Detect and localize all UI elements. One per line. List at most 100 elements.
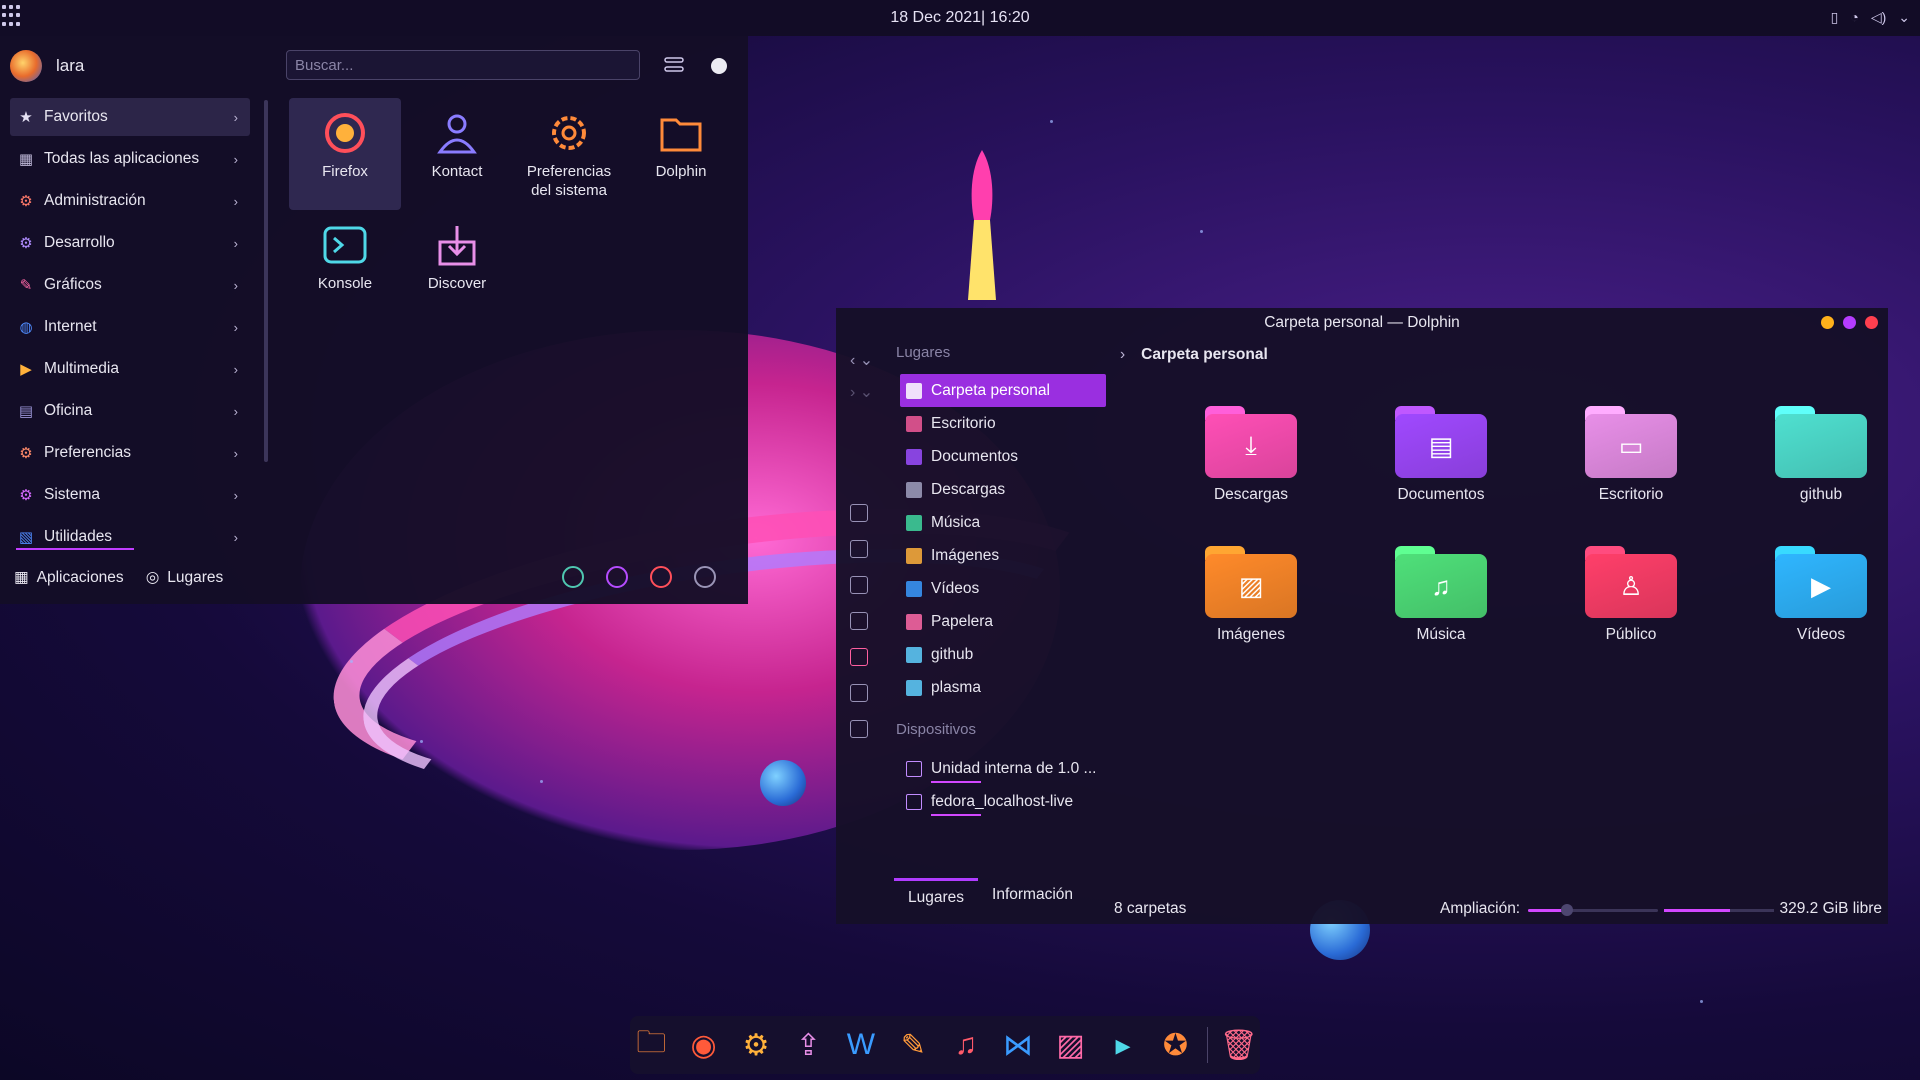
place-documentos[interactable]: Documentos — [900, 440, 1106, 473]
app-icon[interactable]: ✪ — [1154, 1023, 1196, 1067]
chevron-right-icon: › — [233, 109, 238, 125]
zoom-slider-handle[interactable] — [1561, 904, 1573, 916]
split-view-icon[interactable] — [850, 612, 868, 630]
category-oficina[interactable]: ▤ Oficina › — [10, 392, 250, 430]
place-música[interactable]: Música — [900, 506, 1106, 539]
view-mode-toolbar — [850, 504, 868, 738]
category-internet[interactable]: ◍ Internet › — [10, 308, 250, 346]
clipboard-icon[interactable]: ▯ — [1831, 9, 1839, 26]
place-plasma[interactable]: plasma — [900, 671, 1106, 704]
music-icon[interactable]: ♫ — [945, 1023, 987, 1067]
vscode-icon[interactable]: ⋈ — [997, 1023, 1039, 1067]
folder-vídeos[interactable]: ▶ Vídeos — [1726, 546, 1916, 686]
app-preferencias-del-sistema[interactable]: Preferencias del sistema — [513, 98, 625, 210]
places-panel: Carpeta personal Escritorio Documentos Desc… — [900, 374, 1106, 704]
app-discover[interactable]: Discover — [401, 210, 513, 322]
folder-público[interactable]: ♙ Público — [1536, 546, 1726, 686]
breadcrumb-current[interactable]: Carpeta personal — [1141, 346, 1268, 364]
compact-view-icon[interactable] — [850, 540, 868, 558]
more-icon[interactable] — [850, 684, 868, 702]
tab-lugares-panel[interactable]: Lugares — [894, 878, 979, 915]
search-icon[interactable] — [850, 648, 868, 666]
folder-descargas[interactable]: ⤓ Descargas — [1156, 406, 1346, 546]
trash-icon[interactable]: 🗑 — [1218, 1023, 1260, 1067]
folder-label: Público — [1605, 626, 1657, 643]
folder-documentos[interactable]: ▤ Documentos — [1346, 406, 1536, 546]
network-icon[interactable]: ◔ — [1850, 9, 1858, 26]
folder-imágenes[interactable]: ▨ Imágenes — [1156, 546, 1346, 686]
app-konsole[interactable]: Konsole — [289, 210, 401, 322]
category-multimedia[interactable]: ▶ Multimedia › — [10, 350, 250, 388]
back-icon[interactable]: ‹ ⌄ — [850, 350, 873, 370]
gear-icon: ⚙ — [19, 487, 33, 504]
terminal-icon[interactable]: ▸ — [1102, 1023, 1144, 1067]
folder-escritorio[interactable]: ▭ Escritorio — [1536, 406, 1726, 546]
folder-label: Descargas — [1213, 486, 1289, 503]
category-label: Multimedia — [44, 360, 119, 377]
chevron-right-icon: › — [233, 235, 238, 251]
logout-icon[interactable] — [694, 566, 716, 588]
app-dolphin[interactable]: Dolphin — [625, 98, 737, 210]
gear-icon[interactable]: ⚙ — [735, 1023, 777, 1067]
device-item[interactable]: Unidad interna de 1.0 ... — [900, 752, 1110, 785]
power-icon[interactable] — [650, 566, 672, 588]
category-desarrollo[interactable]: ⚙ Desarrollo › — [10, 224, 250, 262]
discover-icon[interactable]: ⇪ — [787, 1023, 829, 1067]
chevron-right-icon[interactable]: › — [1120, 346, 1125, 364]
image-viewer-icon[interactable]: ▨ — [1049, 1023, 1091, 1067]
category-todas-las-aplicaciones[interactable]: ▦ Todas las aplicaciones › — [10, 140, 250, 178]
chevron-right-icon: › — [233, 529, 238, 545]
sleep-icon[interactable] — [562, 566, 584, 588]
volume-icon[interactable]: ◁) — [1871, 9, 1886, 26]
category-sistema[interactable]: ⚙ Sistema › — [10, 476, 250, 514]
icons-view-icon[interactable] — [850, 504, 868, 522]
category-gráficos[interactable]: ✎ Gráficos › — [10, 266, 250, 304]
chevron-down-icon[interactable]: ⌄ — [1898, 9, 1910, 26]
drive-icon — [906, 793, 922, 810]
details-view-icon[interactable] — [850, 576, 868, 594]
tab-informacion-panel[interactable]: Información — [978, 878, 1087, 915]
app-firefox[interactable]: Firefox — [289, 98, 401, 210]
place-descargas[interactable]: Descargas — [900, 473, 1106, 506]
category-scrollbar[interactable] — [264, 100, 268, 462]
avatar[interactable] — [10, 50, 42, 82]
close-button[interactable] — [1865, 316, 1878, 329]
place-imágenes[interactable]: Imágenes — [900, 539, 1106, 572]
zoom-slider[interactable] — [1528, 904, 1658, 916]
globe-icon: ◍ — [19, 319, 33, 336]
place-vídeos[interactable]: Vídeos — [900, 572, 1106, 605]
favorites-grid: Firefox Kontact Preferencias del sistema Do… — [289, 98, 737, 322]
device-item[interactable]: fedora_localhost-live — [900, 785, 1110, 818]
tab-aplicaciones[interactable]: ▦ Aplicaciones — [14, 568, 124, 587]
forward-icon[interactable]: › ⌄ — [850, 382, 873, 402]
minimize-button[interactable] — [1821, 316, 1834, 329]
folder-github[interactable]: github — [1726, 406, 1916, 546]
place-carpeta-personal[interactable]: Carpeta personal — [900, 374, 1106, 407]
pin-toggle[interactable] — [711, 58, 727, 74]
clock[interactable]: 18 Dec 2021| 16:20 — [0, 9, 1920, 27]
tab-lugares[interactable]: ◎ Lugares — [146, 568, 224, 587]
place-papelera[interactable]: Papelera — [900, 605, 1106, 638]
writer-icon[interactable]: W — [840, 1023, 882, 1067]
place-github[interactable]: github — [900, 638, 1106, 671]
filter-icon[interactable] — [664, 56, 684, 74]
category-label: Sistema — [44, 486, 100, 503]
category-administración[interactable]: ⚙ Administración › — [10, 182, 250, 220]
app-kontact[interactable]: Kontact — [401, 98, 513, 210]
place-icon — [906, 382, 922, 399]
brush-icon[interactable]: ✎ — [892, 1023, 934, 1067]
folder-música[interactable]: ♫ Música — [1346, 546, 1536, 686]
folder-icon[interactable]: 🗀 — [630, 1023, 672, 1067]
firefox-icon[interactable]: ◉ — [682, 1023, 724, 1067]
category-underline — [16, 548, 134, 550]
place-escritorio[interactable]: Escritorio — [900, 407, 1106, 440]
category-favoritos[interactable]: ★ Favoritos › — [10, 98, 250, 136]
chevron-right-icon: › — [233, 193, 238, 209]
category-utilidades[interactable]: ▧ Utilidades › — [10, 518, 250, 556]
search-input[interactable] — [286, 50, 640, 80]
preview-icon[interactable] — [850, 720, 868, 738]
maximize-button[interactable] — [1843, 316, 1856, 329]
restart-icon[interactable] — [606, 566, 628, 588]
category-preferencias[interactable]: ⚙ Preferencias › — [10, 434, 250, 472]
device-usage-bar — [931, 781, 981, 783]
